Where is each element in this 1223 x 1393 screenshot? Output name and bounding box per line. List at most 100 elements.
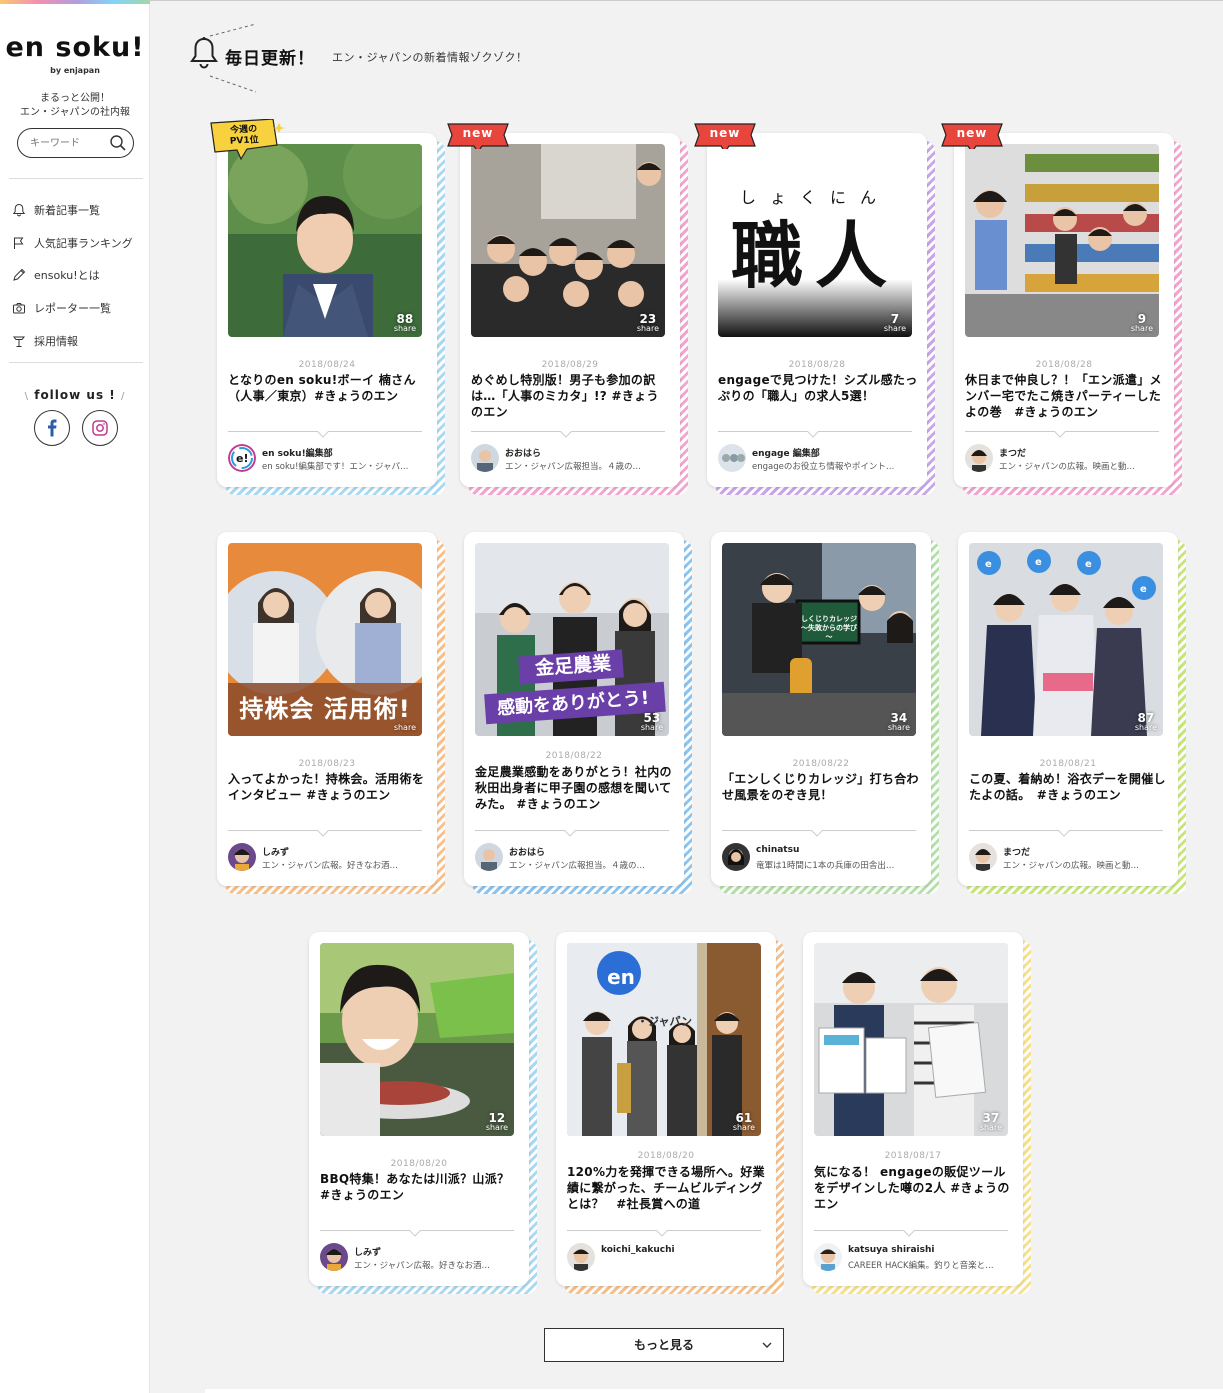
author-avatar[interactable]: [567, 1243, 595, 1271]
thumbnail-kana: しょくにん: [739, 188, 890, 207]
article-card[interactable]: 12 share 2018/08/20 BBQ特集！あなたは川派？山派？ #きょ…: [309, 932, 537, 1294]
card-body[interactable]: 持株会 活用術! share 2018/08/23 入ってよかった！持株会。活用…: [217, 532, 437, 886]
author-name[interactable]: koichi_kakuchi: [601, 1245, 761, 1255]
author-avatar[interactable]: e!: [228, 444, 256, 472]
author-name[interactable]: しみず: [354, 1245, 514, 1258]
sidebar-item-ranking[interactable]: 人気記事ランキング: [12, 227, 142, 260]
article-thumbnail[interactable]: 金足農業 感動をありがとう! 53 share: [475, 543, 669, 736]
article-date: 2018/08/22: [792, 759, 850, 769]
sidebar-item-recruit[interactable]: 採用情報: [12, 324, 142, 357]
sidebar-item-label: 人気記事ランキング: [34, 236, 133, 250]
author-name[interactable]: engage 編集部: [752, 446, 912, 459]
facebook-button[interactable]: [34, 410, 70, 446]
article-thumbnail[interactable]: en ・ジャパン 61 share: [567, 943, 761, 1136]
card-body[interactable]: しょくにん 職人 7 share 2018/08/28 engageで見つけた！…: [707, 133, 927, 487]
article-card[interactable]: en ・ジャパン 61 share 2018/08/20 120%力を発揮できる…: [556, 932, 784, 1294]
sidebar-item-new-articles[interactable]: 新着記事一覧: [12, 194, 142, 227]
card-body[interactable]: en ・ジャパン 61 share 2018/08/20 120%力を発揮できる…: [556, 932, 776, 1286]
flag-icon: [14, 237, 24, 249]
card-body[interactable]: 88 share 2018/08/24 となりのen soku!ボーイ 楠さん（…: [217, 133, 437, 487]
article-thumbnail[interactable]: しくじりカレッジ ～失敗からの学び～ 34 share: [722, 543, 916, 736]
article-thumbnail[interactable]: 持株会 活用術! share: [228, 543, 422, 736]
author-name[interactable]: katsuya shiraishi: [848, 1245, 1008, 1255]
article-card[interactable]: しょくにん 職人 7 share 2018/08/28 engageで見つけた！…: [694, 123, 935, 495]
article-title[interactable]: 「エンしくじりカレッジ」打ち合わせ風景をのぞき見！: [722, 771, 922, 803]
author-avatar-image: [814, 1243, 842, 1271]
author-name[interactable]: おおはら: [505, 446, 665, 459]
search-icon[interactable]: [109, 134, 127, 152]
author-name[interactable]: まつだ: [999, 446, 1159, 459]
ensoku-logo-icon: e!: [228, 444, 256, 472]
section-title: 毎日更新！: [225, 49, 315, 69]
article-card[interactable]: しくじりカレッジ ～失敗からの学び～ 34 share 2018/08/22 「…: [711, 532, 939, 894]
article-thumbnail[interactable]: 23 share: [471, 144, 665, 337]
author-avatar[interactable]: [814, 1243, 842, 1271]
article-title[interactable]: めぐめし特別版！男子も参加の訳は…「人事のミカタ」!? #きょうのエン: [471, 372, 671, 420]
instagram-button[interactable]: [82, 410, 118, 446]
site-tagline: まるっと公開！ エン・ジャパンの社内報: [0, 92, 150, 120]
author-name[interactable]: しみず: [262, 845, 422, 858]
article-thumbnail[interactable]: しょくにん 職人 7 share: [718, 144, 912, 337]
article-title[interactable]: 気になる！ engageの販促ツールをデザインした噂の2人 #きょうのエン: [814, 1164, 1014, 1212]
new-badge-text: new: [462, 126, 494, 140]
author-avatar-image: [965, 444, 993, 472]
author-name[interactable]: まつだ: [1003, 845, 1163, 858]
author-avatar[interactable]: [475, 843, 503, 871]
card-body[interactable]: 12 share 2018/08/20 BBQ特集！あなたは川派？山派？ #きょ…: [309, 932, 529, 1286]
article-title[interactable]: engageで見つけた！シズル感たっぷりの「職人」の求人5選！: [718, 372, 918, 404]
article-card[interactable]: e e e e 87 share 2018/08/21 この夏、着納め！浴衣デーを開催…: [958, 532, 1186, 894]
author-name[interactable]: en soku!編集部: [262, 446, 422, 459]
card-body[interactable]: 37 share 2018/08/17 気になる！ engageの販促ツールをデ…: [803, 932, 1023, 1286]
article-card[interactable]: 持株会 活用術! share 2018/08/23 入ってよかった！持株会。活用…: [217, 532, 445, 894]
site-logo[interactable]: en soku!: [0, 32, 150, 63]
share-count-badge: 61 share: [733, 1112, 755, 1132]
article-title[interactable]: この夏、着納め！浴衣デーを開催したよの話。 #きょうのエン: [969, 771, 1169, 803]
thumbnail-kanji: 職人: [730, 213, 899, 298]
author-avatar-image: [567, 1243, 595, 1271]
article-title[interactable]: 金足農業感動をありがとう！社内の秋田出身者に甲子園の感想を聞いてみた。 #きょう…: [475, 764, 675, 812]
article-thumbnail[interactable]: 12 share: [320, 943, 514, 1136]
sidebar-item-reporters[interactable]: レポーター一覧: [12, 292, 142, 325]
card-body[interactable]: 金足農業 感動をありがとう! 53 share 2018/08/22 金足農業感…: [464, 532, 684, 886]
article-title[interactable]: 入ってよかった！持株会。活用術をインタビュー #きょうのエン: [228, 771, 428, 803]
author-name[interactable]: おおはら: [509, 845, 669, 858]
author-avatar[interactable]: [320, 1243, 348, 1271]
article-title[interactable]: となりのen soku!ボーイ 楠さん（人事／東京）#きょうのエン: [228, 372, 428, 404]
thumbnail-image: [228, 144, 422, 337]
article-card[interactable]: 金足農業 感動をありがとう! 53 share 2018/08/22 金足農業感…: [464, 532, 692, 894]
card-body[interactable]: しくじりカレッジ ～失敗からの学び～ 34 share 2018/08/22 「…: [711, 532, 931, 886]
article-title[interactable]: BBQ特集！あなたは川派？山派？ #きょうのエン: [320, 1171, 520, 1203]
author-avatar[interactable]: [228, 843, 256, 871]
article-date: 2018/08/29: [541, 360, 599, 370]
article-title[interactable]: 休日まで仲良し？！「エン派遣」メンバー宅でたこ焼きパーティーしたよの巻 #きょう…: [965, 372, 1165, 420]
article-thumbnail[interactable]: 9 share: [965, 144, 1159, 337]
section-heading: 毎日更新！ エン・ジャパンの新着情報ゾクゾク！: [188, 22, 588, 93]
article-thumbnail[interactable]: 88 share: [228, 144, 422, 337]
card-body[interactable]: e e e e 87 share 2018/08/21 この夏、着納め！浴衣デーを開催…: [958, 532, 1178, 886]
load-more-button[interactable]: もっと見る: [544, 1328, 784, 1362]
author-avatar[interactable]: [965, 444, 993, 472]
load-more-label: もっと見る: [633, 1338, 694, 1352]
article-card[interactable]: 9 share 2018/08/28 休日まで仲良し？！「エン派遣」メンバー宅で…: [941, 123, 1182, 495]
author-avatar[interactable]: [471, 444, 499, 472]
article-card[interactable]: 88 share 2018/08/24 となりのen soku!ボーイ 楠さん（…: [210, 119, 445, 495]
share-count-badge: 12 share: [486, 1112, 508, 1132]
sidebar-item-about[interactable]: ensoku!とは: [12, 259, 142, 292]
card-body[interactable]: 9 share 2018/08/28 休日まで仲良し？！「エン派遣」メンバー宅で…: [954, 133, 1174, 487]
author-description: 竜軍は1時間に1本の兵庫の田舎出…: [756, 861, 895, 871]
thumbnail-logo: en: [607, 965, 635, 989]
new-badge-text: new: [956, 126, 988, 140]
article-thumbnail[interactable]: 37 share: [814, 943, 1008, 1136]
card-separator-notch: [1054, 426, 1066, 438]
search-input[interactable]: [30, 135, 110, 151]
author-name[interactable]: chinatsu: [756, 845, 916, 855]
article-card[interactable]: 23 share 2018/08/29 めぐめし特別版！男子も参加の訳は…「人事…: [447, 123, 688, 495]
author-avatar[interactable]: [722, 843, 750, 871]
sidebar-item-label: 採用情報: [34, 334, 78, 348]
article-thumbnail[interactable]: e e e e 87 share: [969, 543, 1163, 736]
author-avatar[interactable]: [718, 444, 746, 472]
card-body[interactable]: 23 share 2018/08/29 めぐめし特別版！男子も参加の訳は…「人事…: [460, 133, 680, 487]
article-title[interactable]: 120%力を発揮できる場所へ。好業績に繋がった、チームビルディングとは？ #社長…: [567, 1164, 767, 1212]
article-card[interactable]: 37 share 2018/08/17 気になる！ engageの販促ツールをデ…: [803, 932, 1031, 1294]
author-avatar[interactable]: [969, 843, 997, 871]
